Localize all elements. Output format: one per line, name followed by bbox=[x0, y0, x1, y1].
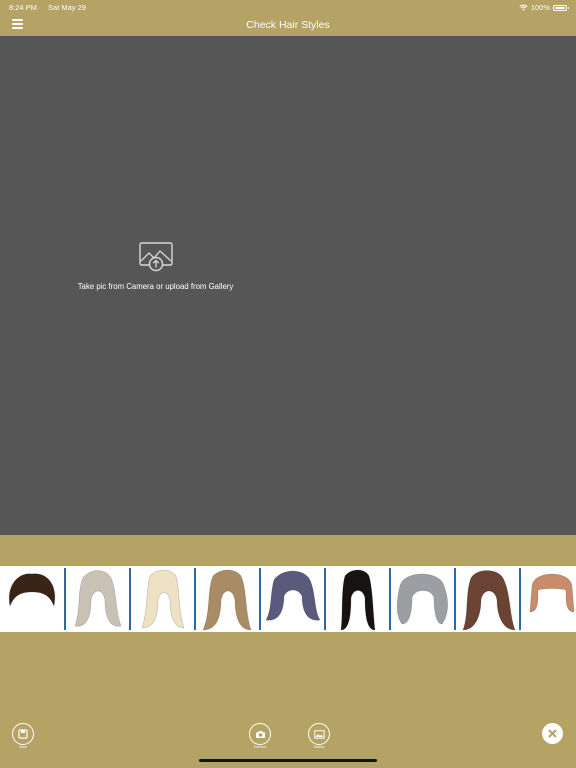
save-icon bbox=[18, 729, 28, 739]
wifi-icon bbox=[519, 4, 528, 11]
hairstyle-icon bbox=[141, 569, 185, 629]
hairstyle-icon bbox=[340, 569, 376, 631]
hairstyle-icon bbox=[396, 573, 448, 625]
camera-button[interactable] bbox=[249, 723, 271, 745]
home-indicator bbox=[199, 759, 377, 762]
close-button[interactable] bbox=[542, 723, 563, 744]
gallery-button[interactable] bbox=[308, 723, 330, 745]
hairstyle-icon bbox=[265, 570, 321, 621]
hairstyle-icon bbox=[202, 569, 252, 631]
camera-icon bbox=[255, 730, 265, 738]
hairstyle-strip[interactable] bbox=[0, 566, 576, 632]
status-right: 100% bbox=[519, 3, 569, 12]
hairstyle-item[interactable] bbox=[65, 566, 129, 632]
hairstyle-item[interactable] bbox=[325, 566, 389, 632]
battery-icon bbox=[553, 4, 569, 11]
page-title: Check Hair Styles bbox=[246, 19, 330, 31]
status-time: 8:24 PM bbox=[9, 3, 37, 12]
hairstyle-item[interactable] bbox=[390, 566, 454, 632]
close-icon bbox=[548, 729, 557, 738]
save-button[interactable] bbox=[12, 723, 34, 745]
hairstyle-icon bbox=[462, 570, 516, 631]
status-date: Sat May 29 bbox=[48, 3, 86, 12]
status-bar: 8:24 PM Sat May 29 100% bbox=[0, 0, 576, 14]
hairstyle-item[interactable] bbox=[195, 566, 259, 632]
battery-level bbox=[555, 6, 565, 9]
upload-prompt: Take pic from Camera or upload from Gall… bbox=[77, 282, 234, 291]
save-label: Save bbox=[19, 745, 27, 749]
hairstyle-icon bbox=[74, 570, 122, 627]
hairstyle-item[interactable] bbox=[455, 566, 519, 632]
hairstyle-item[interactable] bbox=[260, 566, 324, 632]
status-left: 8:24 PM Sat May 29 bbox=[9, 3, 95, 12]
battery-percent: 100% bbox=[530, 3, 550, 12]
hairstyle-icon bbox=[8, 573, 56, 608]
hairstyle-item[interactable] bbox=[0, 566, 64, 632]
hairstyle-icon bbox=[529, 573, 575, 613]
upload-image-icon[interactable] bbox=[139, 242, 173, 272]
camera-label: Camera bbox=[253, 745, 267, 749]
hairstyle-item[interactable] bbox=[520, 566, 576, 632]
nav-bar: Check Hair Styles bbox=[0, 14, 576, 36]
gallery-icon bbox=[313, 729, 325, 739]
hairstyle-item[interactable] bbox=[130, 566, 194, 632]
gallery-label: Gallery bbox=[313, 745, 325, 749]
